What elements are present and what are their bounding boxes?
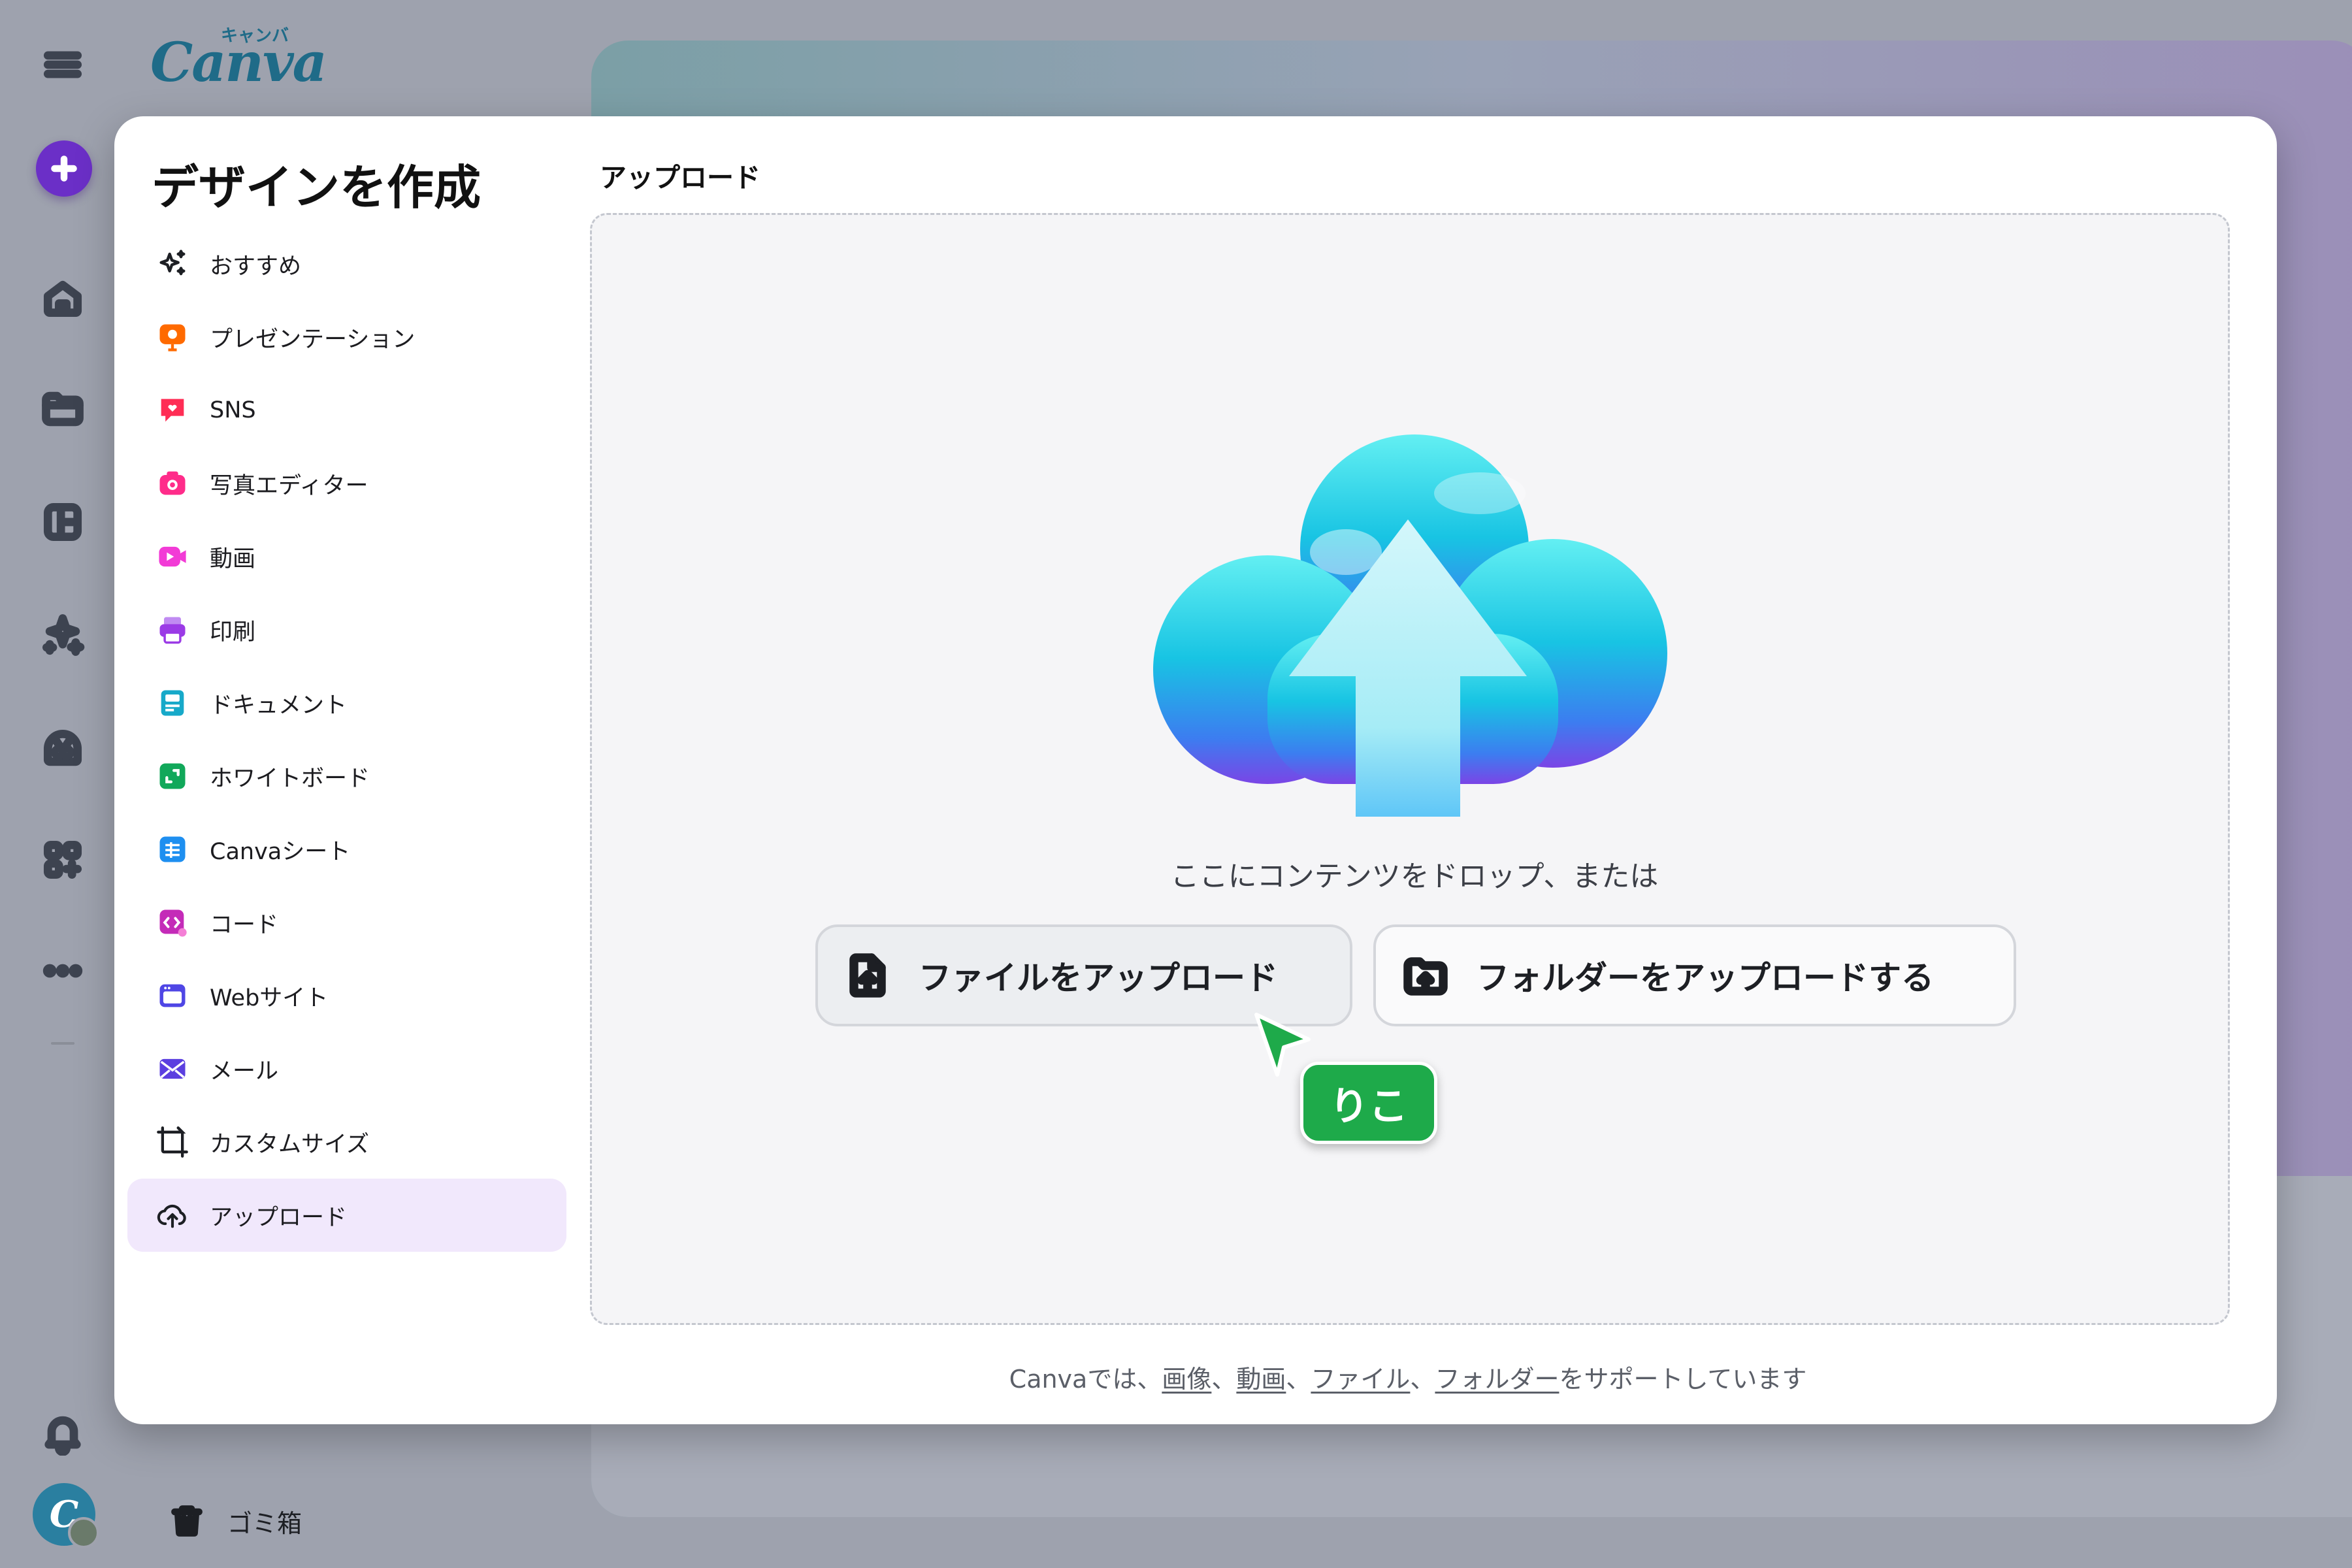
sheet-icon xyxy=(155,832,190,867)
menu-item-upload[interactable]: アップロード xyxy=(127,1179,566,1252)
menu-item-website[interactable]: Webサイト xyxy=(127,959,566,1032)
menu-item-whiteboard[interactable]: ホワイトボード xyxy=(127,740,566,813)
menu-item-photo-editor[interactable]: 写真エディター xyxy=(127,447,566,520)
canva-logo[interactable]: Canva キャンバ xyxy=(150,20,327,98)
menu-item-label: ホワイトボード xyxy=(210,765,370,792)
file-upload-icon xyxy=(849,953,886,998)
supported-formats-note: Canvaでは、画像、動画、ファイル、フォルダーをサポートしています xyxy=(768,1359,2048,1395)
menu-item-label: コード xyxy=(210,911,279,938)
magic-sparkle-icon[interactable] xyxy=(34,606,91,664)
upload-folder-label: フォルダーをアップロードする xyxy=(1477,959,1934,997)
menu-item-label: Webサイト xyxy=(210,985,329,1011)
whiteboard-icon xyxy=(155,759,190,794)
folder-icon[interactable] xyxy=(34,380,91,438)
menu-item-document[interactable]: ドキュメント xyxy=(127,666,566,740)
collaborator-name-tag: りこ xyxy=(1300,1062,1437,1144)
heart-chat-icon xyxy=(155,393,190,428)
code-icon xyxy=(155,905,190,940)
menu-item-video[interactable]: 動画 xyxy=(127,520,566,593)
menu-item-recommended[interactable]: おすすめ xyxy=(127,227,566,301)
templates-icon[interactable] xyxy=(34,493,91,551)
design-type-menu: おすすめ プレゼンテーション SNS 写真エディター 動画 印刷 ドキュメント … xyxy=(127,227,566,1252)
upload-file-label: ファイルをアップロード xyxy=(919,959,1278,997)
menu-icon[interactable] xyxy=(34,36,91,93)
menu-item-label: カスタムサイズ xyxy=(210,1131,369,1158)
menu-item-label: メール xyxy=(210,1058,279,1085)
support-separator: 、 xyxy=(1211,1365,1237,1394)
support-link-files[interactable]: ファイル xyxy=(1311,1365,1410,1394)
website-icon xyxy=(155,978,190,1013)
menu-item-label: プレゼンテーション xyxy=(210,326,416,353)
presentation-icon xyxy=(155,319,190,355)
video-icon xyxy=(155,539,190,574)
menu-item-sns[interactable]: SNS xyxy=(127,374,566,447)
custom-size-icon xyxy=(155,1124,190,1160)
menu-item-canva-sheet[interactable]: Canvaシート xyxy=(127,813,566,886)
rail-divider xyxy=(51,1042,74,1045)
logo-kana: キャンバ xyxy=(221,26,289,46)
menu-item-label: 印刷 xyxy=(210,619,256,645)
brand-kit-icon[interactable] xyxy=(34,720,91,777)
content-title: アップロード xyxy=(600,162,760,193)
menu-item-label: 写真エディター xyxy=(210,472,368,499)
document-icon xyxy=(155,685,190,721)
trash-icon xyxy=(171,1505,203,1537)
support-separator: 、 xyxy=(1410,1365,1435,1394)
support-link-videos[interactable]: 動画 xyxy=(1236,1365,1286,1394)
menu-item-label: おすすめ xyxy=(210,253,302,280)
menu-item-label: ドキュメント xyxy=(210,692,348,719)
more-icon[interactable] xyxy=(34,942,91,1000)
bell-icon[interactable] xyxy=(34,1405,91,1462)
create-button[interactable] xyxy=(36,140,92,197)
printer-icon xyxy=(155,612,190,647)
cloud-upload-illustration xyxy=(1153,434,1667,817)
support-link-images[interactable]: 画像 xyxy=(1162,1365,1211,1394)
support-prefix: Canvaでは、 xyxy=(1009,1365,1162,1394)
menu-item-label: SNS xyxy=(210,397,256,423)
menu-item-presentation[interactable]: プレゼンテーション xyxy=(127,301,566,374)
menu-item-label: アップロード xyxy=(210,1204,348,1231)
menu-item-print[interactable]: 印刷 xyxy=(127,593,566,666)
apps-icon[interactable] xyxy=(34,831,91,889)
modal-title: デザインを作成 xyxy=(152,160,482,215)
menu-item-email[interactable]: メール xyxy=(127,1032,566,1105)
support-separator: 、 xyxy=(1286,1365,1311,1394)
trash-item[interactable]: ゴミ箱 xyxy=(169,1503,302,1539)
menu-item-label: 動画 xyxy=(210,546,256,572)
plus-icon xyxy=(51,155,77,182)
menu-item-custom-size[interactable]: カスタムサイズ xyxy=(127,1105,566,1179)
menu-item-code[interactable]: コード xyxy=(127,886,566,959)
avatar[interactable]: C xyxy=(33,1483,99,1548)
trash-label: ゴミ箱 xyxy=(227,1509,302,1538)
folder-upload-icon xyxy=(1403,957,1448,996)
menu-item-label: Canvaシート xyxy=(210,838,351,865)
upload-folder-button[interactable]: フォルダーをアップロードする xyxy=(1373,924,2016,1026)
support-link-folders[interactable]: フォルダー xyxy=(1435,1365,1559,1394)
camera-icon xyxy=(155,466,190,501)
left-rail: C xyxy=(0,0,124,1568)
home-icon[interactable] xyxy=(34,269,91,327)
cloud-upload-icon xyxy=(155,1198,190,1233)
mail-icon xyxy=(155,1051,190,1086)
drop-instruction: ここにコンテンツをドロップ、または xyxy=(1170,860,1659,893)
sparkle-icon xyxy=(155,246,190,282)
support-suffix: をサポートしています xyxy=(1559,1365,1807,1394)
avatar-badge xyxy=(68,1517,99,1548)
